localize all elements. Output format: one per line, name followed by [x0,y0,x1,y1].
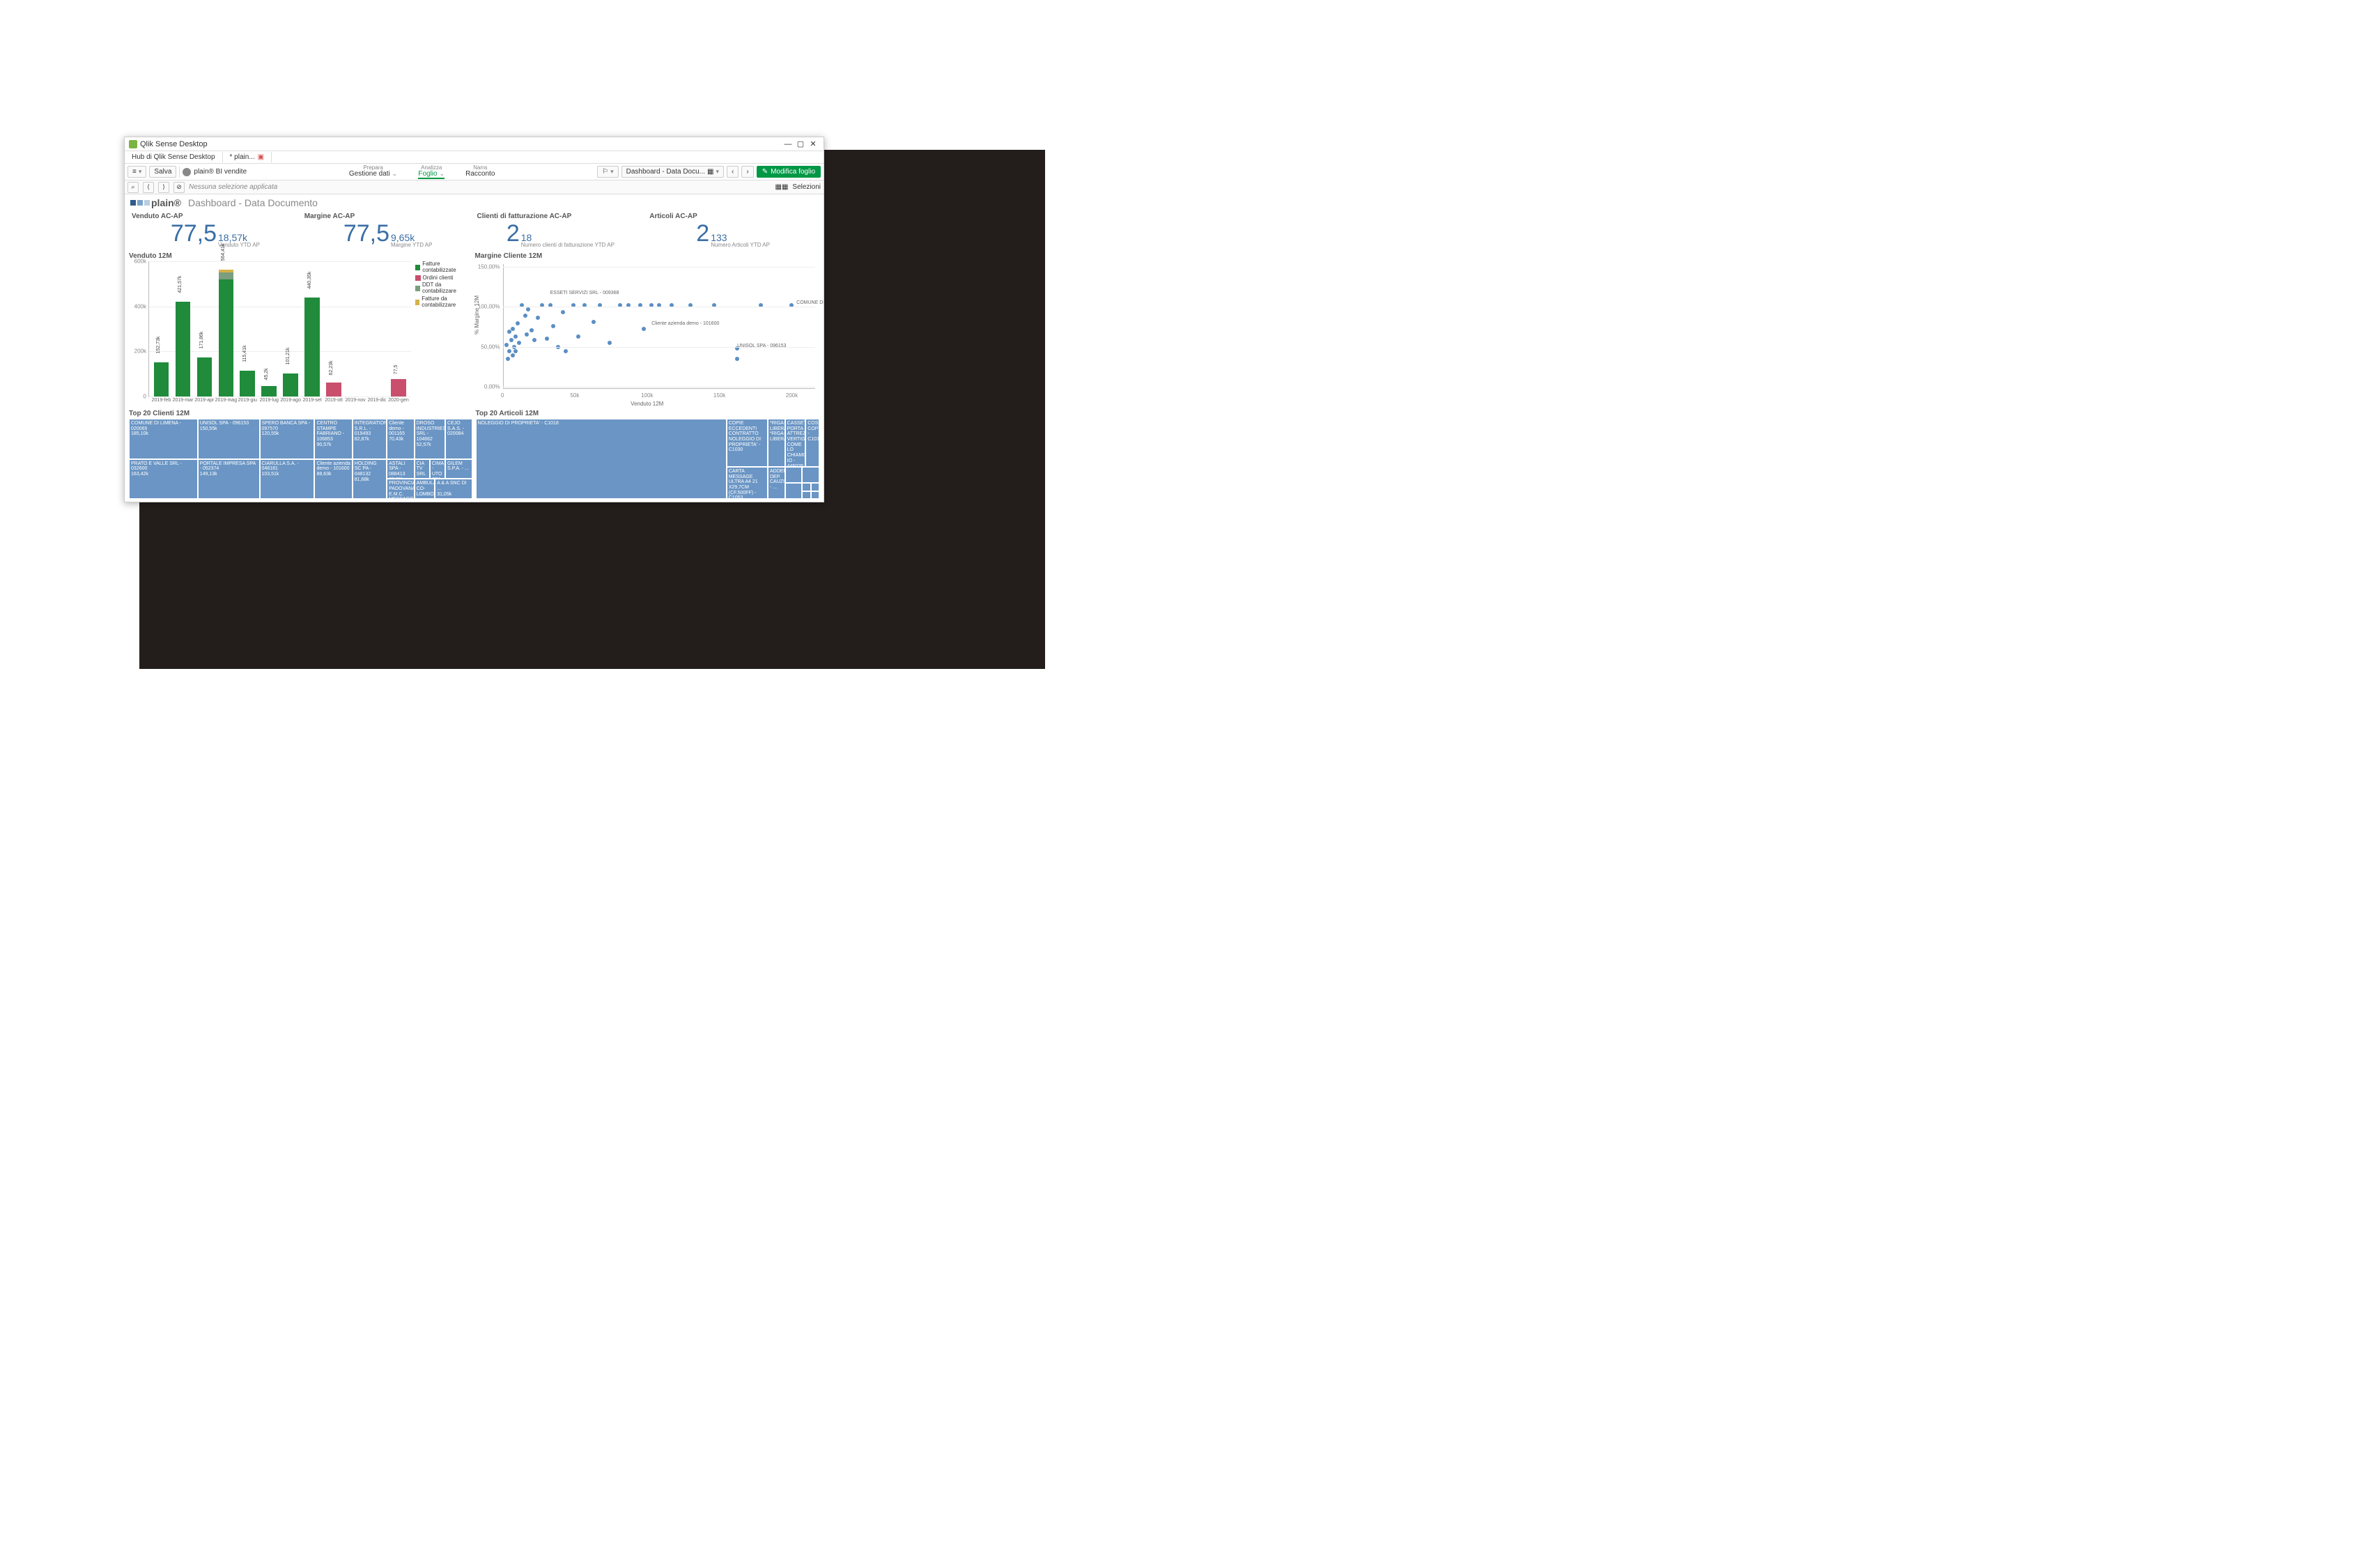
titlebar: Qlik Sense Desktop — ▢ ✕ [125,137,824,151]
brand-logo: plain® [130,197,181,208]
save-button[interactable]: Salva [149,166,176,178]
selection-bar: ⌕ ⟨ ⟩ ⊘ Nessuna selezione applicata ▦▦ S… [125,180,824,194]
app-window: Qlik Sense Desktop — ▢ ✕ Hub di Qlik Sen… [124,137,824,502]
app-name: plain® BI vendite [194,168,247,176]
toolbar: ≡ ▾ Salva plain® BI vendite Prepara Gest… [125,164,824,180]
edit-sheet-button[interactable]: ✎Modifica foglio [757,166,821,178]
chart-margine-cliente-12m[interactable]: Margine Cliente 12M % Margine 12M Vendut… [475,251,820,407]
next-sheet-button[interactable]: › [741,166,753,178]
sheet-icon: ▦ [707,168,713,176]
smart-search-button[interactable]: ⌕ [128,182,139,193]
tab-hub[interactable]: Hub di Qlik Sense Desktop [125,152,223,162]
step-forward-button[interactable]: ⟩ [158,182,169,193]
sheet-dropdown[interactable]: Dashboard - Data Docu... ▦ ▾ [621,166,724,178]
window-close[interactable]: ✕ [807,139,819,148]
nav-analyze[interactable]: Analizza Foglio ⌄ [418,165,445,179]
selections-label[interactable]: Selezioni [792,183,821,191]
page-header: plain® Dashboard - Data Documento [125,194,824,211]
chevron-down-icon: ⌄ [440,171,445,177]
prev-sheet-button[interactable]: ‹ [727,166,739,178]
tab-row: Hub di Qlik Sense Desktop * plain... ▣ [125,151,824,164]
window-title: Qlik Sense Desktop [140,140,208,148]
app-icon [129,140,137,148]
nav-prepare[interactable]: Prepara Gestione dati ⌄ [349,165,397,179]
tab-app[interactable]: * plain... ▣ [223,152,272,162]
no-selection-text: Nessuna selezione applicata [189,183,277,191]
nav-narrate[interactable]: Narra Racconto [465,165,495,179]
kpi-venduto[interactable]: Venduto AC-AP 77,5 18,57kVenduto YTD AP [129,211,302,249]
page-title: Dashboard - Data Documento [188,197,318,208]
chart-venduto-12m[interactable]: Venduto 12M 0200k400k600k152,73k2019-feb… [129,251,474,407]
window-maximize[interactable]: ▢ [794,139,807,148]
clear-selections-button[interactable]: ⊘ [173,182,185,193]
app-globe-icon [183,168,191,176]
treemap-top-articoli[interactable]: Top 20 Articoli 12M NOLEGGIO DI PROPRIET… [476,408,820,499]
menu-button[interactable]: ≡ ▾ [128,166,146,178]
pencil-icon: ✎ [762,168,768,176]
kpi-articoli[interactable]: Articoli AC-AP 2 133Numero Articoli YTD … [647,211,819,249]
selections-panel-icon[interactable]: ▦▦ [775,183,789,191]
tab-close-icon[interactable]: ▣ [258,153,264,161]
kpi-clienti[interactable]: Clienti di fatturazione AC-AP 2 18Numero… [474,211,647,249]
bookmark-button[interactable]: ⚐ ▾ [597,166,619,178]
window-minimize[interactable]: — [782,140,794,148]
treemap-top-clienti[interactable]: Top 20 Clienti 12M COMUNE DI LIMENA - 02… [129,408,473,499]
step-back-button[interactable]: ⟨ [143,182,154,193]
kpi-margine[interactable]: Margine AC-AP 77,5 9,65kMargine YTD AP [302,211,474,249]
chevron-down-icon: ⌄ [392,171,398,177]
